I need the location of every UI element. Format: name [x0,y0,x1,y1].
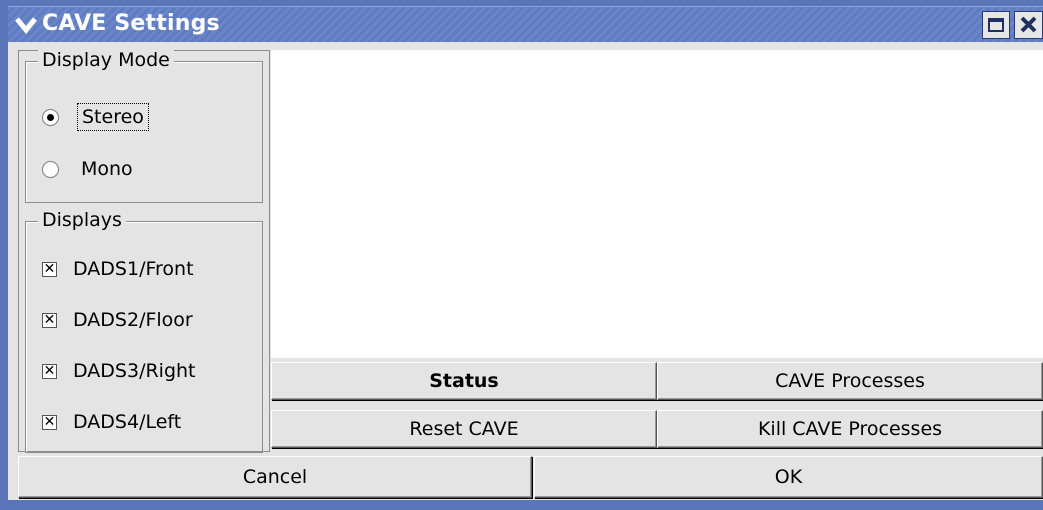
reset-cave-button[interactable]: Reset CAVE [271,410,657,448]
displays-title: Displays [38,209,126,231]
checkbox-icon[interactable]: ✕ [42,414,57,430]
status-button[interactable]: Status [271,362,657,400]
maximize-button[interactable] [982,11,1010,39]
radio-button[interactable] [42,160,59,178]
checkbox-icon[interactable]: ✕ [42,261,57,277]
radio-stereo-label: Stereo [77,103,149,131]
checkbox-label: DADS2/Floor [73,309,193,331]
checkbox-dads3-right[interactable]: ✕ DADS3/Right [42,356,196,386]
window-title: CAVE Settings [42,11,220,36]
radio-stereo[interactable]: Stereo [42,102,149,132]
cancel-button[interactable]: Cancel [18,456,532,498]
ok-button[interactable]: OK [534,456,1043,498]
checkbox-label: DADS3/Right [73,360,196,382]
checkbox-label: DADS1/Front [73,258,194,280]
close-button[interactable] [1014,11,1043,39]
kill-cave-processes-button[interactable]: Kill CAVE Processes [657,410,1043,448]
chevron-down-icon[interactable] [14,13,38,37]
display-mode-title: Display Mode [38,49,174,71]
checkbox-label: DADS4/Left [73,411,182,433]
cave-processes-button[interactable]: CAVE Processes [657,362,1043,400]
output-area[interactable] [271,50,1043,358]
checkbox-icon[interactable]: ✕ [42,312,57,328]
title-bar[interactable]: CAVE Settings [8,6,1043,43]
checkbox-dads4-left[interactable]: ✕ DADS4/Left [42,407,181,437]
maximize-icon [988,18,1004,32]
checkbox-dads1-front[interactable]: ✕ DADS1/Front [42,254,194,284]
displays-group: Displays ✕ DADS1/Front ✕ DADS2/Floor ✕ D… [25,209,263,453]
radio-button[interactable] [42,108,59,126]
checkbox-dads2-floor[interactable]: ✕ DADS2/Floor [42,305,193,335]
radio-mono[interactable]: Mono [42,154,137,184]
settings-panel: Display Mode Stereo Mono Displays ✕ DADS… [18,49,270,453]
window-bottom-border [8,500,1043,510]
dialog-body: Display Mode Stereo Mono Displays ✕ DADS… [8,42,1043,500]
cave-settings-window: CAVE Settings Display Mode Stereo Mono D… [0,0,1043,510]
display-mode-group: Display Mode Stereo Mono [25,49,263,203]
checkbox-icon[interactable]: ✕ [42,363,57,379]
close-icon [1020,16,1037,33]
radio-mono-label: Mono [81,158,133,180]
